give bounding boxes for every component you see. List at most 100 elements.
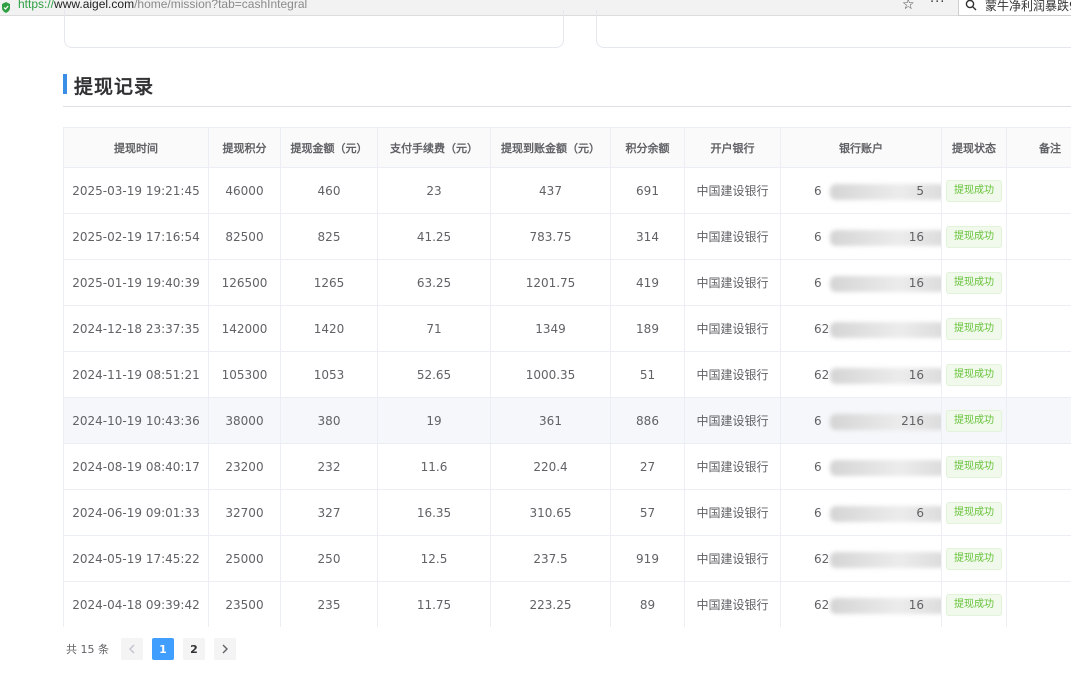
- page-button-2[interactable]: 2: [183, 638, 205, 660]
- cell-fee: 12.5: [377, 535, 491, 582]
- header-received: 提现到账金额（元）: [490, 127, 611, 168]
- header-status: 提现状态: [941, 127, 1007, 168]
- account-visible-prefix: 6: [814, 275, 822, 290]
- status-badge: 提现成功: [946, 363, 1002, 386]
- section-title-accent-bar: [63, 74, 67, 94]
- account-visible-prefix: 6: [814, 413, 822, 428]
- cell-bank: 中国建设银行: [684, 397, 781, 444]
- cell-received: 361: [490, 397, 611, 444]
- cell-time: 2024-10-19 10:43:36: [63, 397, 209, 444]
- cell-points: 25000: [208, 535, 281, 582]
- cell-status: 提现成功: [941, 397, 1007, 444]
- status-badge: 提现成功: [946, 225, 1002, 248]
- cell-amount: 250: [280, 535, 378, 582]
- account-visible-suffix: 6: [916, 505, 924, 520]
- masked-account: 6216: [796, 597, 941, 614]
- cell-amount: 460: [280, 167, 378, 214]
- account-visible-suffix: 5: [916, 183, 924, 198]
- cell-points: 142000: [208, 305, 281, 352]
- cell-account: 6 216: [780, 397, 942, 444]
- account-mask-blur: [830, 183, 941, 200]
- cell-amount: 1053: [280, 351, 378, 398]
- cell-received: 783.75: [490, 213, 611, 260]
- status-badge: 提现成功: [946, 547, 1002, 570]
- cell-bank: 中国建设银行: [684, 351, 781, 398]
- cell-status: 提现成功: [941, 305, 1007, 352]
- masked-account: 62: [796, 551, 941, 568]
- cell-fee: 71: [377, 305, 491, 352]
- summary-card-left: [64, 10, 564, 48]
- chevron-left-icon: [129, 644, 135, 654]
- cell-balance: 57: [610, 489, 685, 536]
- cell-points: 82500: [208, 213, 281, 260]
- cell-balance: 27: [610, 443, 685, 490]
- header-account: 银行账户: [780, 127, 942, 168]
- pagination-total: 共 15 条: [66, 643, 109, 656]
- cell-amount: 1265: [280, 259, 378, 306]
- account-mask-blur: [830, 459, 941, 476]
- cell-balance: 51: [610, 351, 685, 398]
- cell-remark: [1006, 581, 1071, 627]
- cell-account: 62: [780, 535, 942, 582]
- cell-bank: 中国建设银行: [684, 305, 781, 352]
- account-mask-blur: [830, 597, 941, 614]
- cell-remark: [1006, 489, 1071, 536]
- status-badge: 提现成功: [946, 179, 1002, 202]
- cell-balance: 419: [610, 259, 685, 306]
- cell-status: 提现成功: [941, 443, 1007, 490]
- masked-account: 6216: [796, 413, 941, 430]
- account-visible-suffix: 16: [908, 229, 924, 244]
- account-mask-blur: [830, 321, 941, 338]
- cell-time: 2024-05-19 17:45:22: [63, 535, 209, 582]
- page-button-1[interactable]: 1: [152, 638, 174, 660]
- status-badge: 提现成功: [946, 593, 1002, 616]
- pagination: 共 15 条 1 2: [66, 638, 245, 660]
- cell-balance: 886: [610, 397, 685, 444]
- cell-bank: 中国建设银行: [684, 581, 781, 627]
- table-header-row: 提现时间 提现积分 提现金额（元） 支付手续费（元） 提现到账金额（元） 积分余…: [63, 127, 1071, 168]
- table-row: 2024-05-19 17:45:22 25000 250 12.5 237.5 919 中…: [63, 535, 1071, 582]
- cell-account: 62: [780, 305, 942, 352]
- cell-points: 38000: [208, 397, 281, 444]
- cell-balance: 89: [610, 581, 685, 627]
- cell-fee: 41.25: [377, 213, 491, 260]
- cell-bank: 中国建设银行: [684, 259, 781, 306]
- cell-bank: 中国建设银行: [684, 213, 781, 260]
- section-title: 提现记录: [74, 76, 155, 98]
- next-page-button[interactable]: [214, 638, 236, 660]
- header-amount: 提现金额（元）: [280, 127, 378, 168]
- cell-remark: [1006, 535, 1071, 582]
- cell-remark: [1006, 443, 1071, 490]
- status-badge: 提现成功: [946, 271, 1002, 294]
- table-row: 2025-01-19 19:40:39 126500 1265 63.25 1201.7…: [63, 259, 1071, 306]
- cell-time: 2024-11-19 08:51:21: [63, 351, 209, 398]
- prev-page-button[interactable]: [121, 638, 143, 660]
- cell-points: 23500: [208, 581, 281, 627]
- cell-status: 提现成功: [941, 489, 1007, 536]
- cell-remark: [1006, 167, 1071, 214]
- cell-time: 2025-03-19 19:21:45: [63, 167, 209, 214]
- cell-bank: 中国建设银行: [684, 443, 781, 490]
- url-scheme: https://: [18, 0, 55, 11]
- cell-amount: 380: [280, 397, 378, 444]
- cell-bank: 中国建设银行: [684, 167, 781, 214]
- table-row: 2024-08-19 08:40:17 23200 232 11.6 220.4 27 中国…: [63, 443, 1071, 490]
- account-visible-suffix: 16: [908, 367, 924, 382]
- cell-balance: 189: [610, 305, 685, 352]
- account-visible-prefix: 62: [814, 551, 830, 566]
- table-row: 2025-02-19 17:16:54 82500 825 41.25 783.75 31…: [63, 213, 1071, 260]
- cell-status: 提现成功: [941, 581, 1007, 627]
- table-row: 2024-11-19 08:51:21 105300 1053 52.65 1000.3…: [63, 351, 1071, 398]
- account-visible-suffix: 16: [908, 597, 924, 612]
- account-visible-prefix: 6: [814, 505, 822, 520]
- more-menu-icon[interactable]: ···: [930, 0, 945, 10]
- cell-received: 220.4: [490, 443, 611, 490]
- cell-points: 46000: [208, 167, 281, 214]
- cell-bank: 中国建设银行: [684, 535, 781, 582]
- cell-amount: 232: [280, 443, 378, 490]
- cell-amount: 327: [280, 489, 378, 536]
- cell-status: 提现成功: [941, 351, 1007, 398]
- cell-fee: 23: [377, 167, 491, 214]
- cell-remark: [1006, 305, 1071, 352]
- status-badge: 提现成功: [946, 317, 1002, 340]
